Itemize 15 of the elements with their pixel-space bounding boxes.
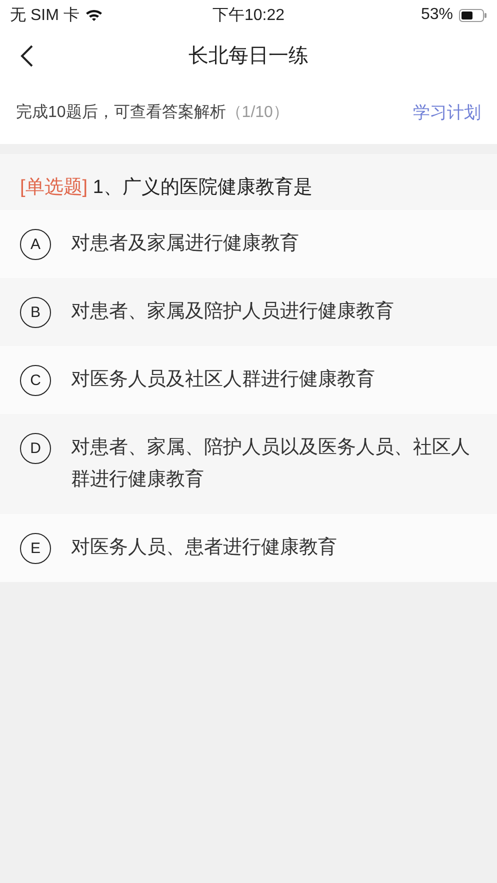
page-title: 长北每日一练 xyxy=(188,44,308,68)
study-plan-link[interactable]: 学习计划 xyxy=(413,100,481,124)
answer-option[interactable]: D 对患者、家属、陪护人员以及医务人员、社区人群进行健康教育 xyxy=(0,414,497,514)
carrier-label: 无 SIM 卡 xyxy=(10,6,80,26)
answer-option[interactable]: B 对患者、家属及陪护人员进行健康教育 xyxy=(0,278,497,346)
answer-option[interactable]: C 对医务人员及社区人群进行健康教育 xyxy=(0,346,497,414)
battery-percent: 53% xyxy=(420,6,453,24)
progress-count: （1/10） xyxy=(226,104,289,120)
answer-option[interactable]: A 对患者及家属进行健康教育 xyxy=(0,210,497,278)
battery-icon xyxy=(458,8,487,22)
wifi-icon xyxy=(85,8,104,22)
progress-hint: 完成10题后，可查看答案解析 xyxy=(16,104,226,120)
status-time: 下午10:22 xyxy=(212,6,285,26)
question-text: [单选题] 1、广义的医院健康教育是 xyxy=(20,177,312,198)
answer-option[interactable]: E 对医务人员、患者进行健康教育 xyxy=(0,514,497,582)
